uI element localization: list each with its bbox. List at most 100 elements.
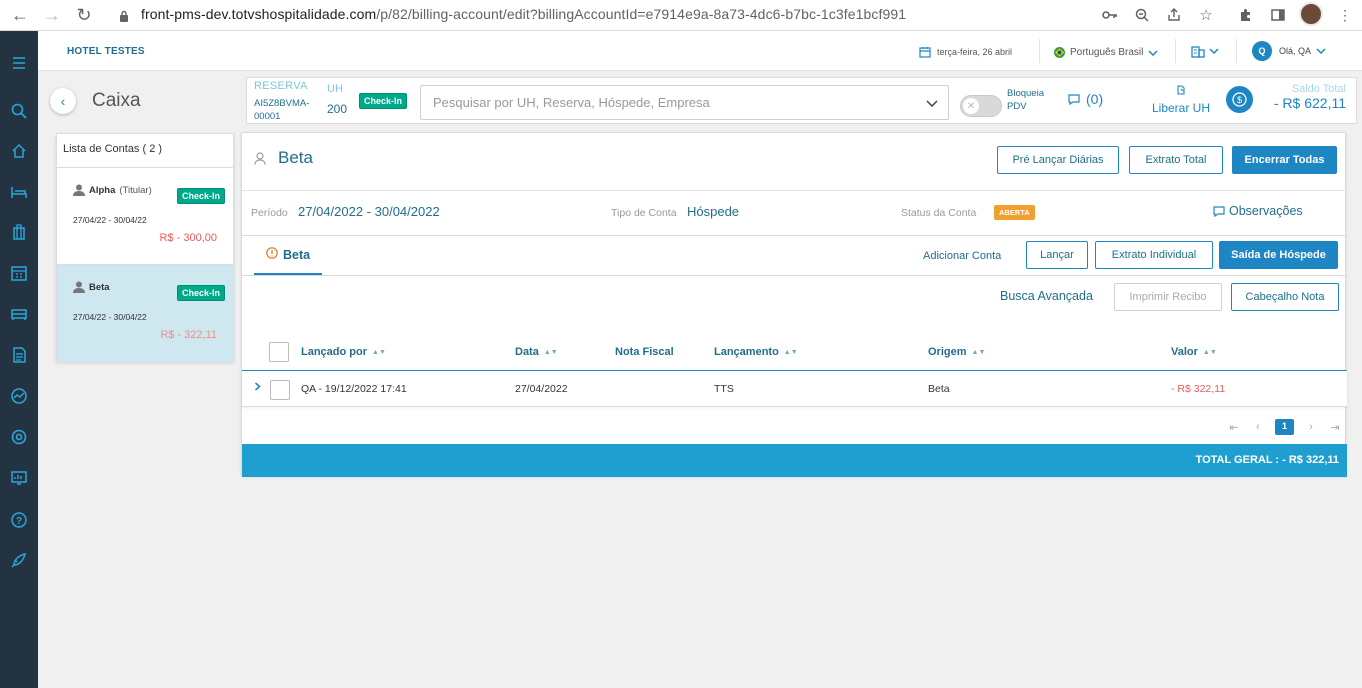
luggage-icon[interactable] <box>9 222 29 242</box>
key-icon[interactable] <box>1101 6 1119 24</box>
note-header-button[interactable]: Cabeçalho Nota <box>1231 283 1339 311</box>
address-bar[interactable]: front-pms-dev.totvshospitalidade.com/p/8… <box>141 6 906 22</box>
calendar-small-icon <box>919 47 931 58</box>
search-input[interactable] <box>433 95 903 110</box>
back-button[interactable]: ‹ <box>50 88 76 114</box>
account-name: Beta <box>73 281 110 293</box>
account-type-value: Hóspede <box>687 204 740 219</box>
pre-launch-daily-button[interactable]: Pré Lançar Diárias <box>997 146 1119 174</box>
settings-icon[interactable] <box>9 427 29 447</box>
next-page-icon[interactable]: › <box>1299 421 1323 433</box>
home-icon[interactable] <box>9 141 29 161</box>
extract-individual-button[interactable]: Extrato Individual <box>1095 241 1213 269</box>
language-selector[interactable]: Português Brasil <box>1054 47 1158 58</box>
close-all-button[interactable]: Encerrar Todas <box>1232 146 1337 174</box>
chart-icon[interactable] <box>9 386 29 406</box>
report-icon[interactable] <box>9 468 29 488</box>
column-header[interactable]: Data ▲▼ <box>515 346 558 358</box>
extract-total-button[interactable]: Extrato Total <box>1129 146 1223 174</box>
column-label: Origem <box>928 346 967 358</box>
accounts-list-header: Lista de Contas ( 2 ) <box>57 134 233 168</box>
hotel-name[interactable]: HOTEL TESTES <box>67 46 145 57</box>
account-title: Beta <box>254 148 313 168</box>
profile-avatar[interactable] <box>1299 2 1323 26</box>
document-icon[interactable] <box>9 345 29 365</box>
account-detail-card: Beta Pré Lançar Diárias Extrato Total En… <box>241 132 1347 477</box>
current-date: terça-feira, 26 abril <box>919 46 1012 58</box>
bed-icon[interactable] <box>9 182 29 202</box>
side-panel-icon[interactable] <box>1269 6 1287 24</box>
pagination: ⇤ ‹ 1 › ⇥ <box>1222 419 1347 435</box>
language-label: Português Brasil <box>1070 47 1144 58</box>
share-icon[interactable] <box>1165 6 1183 24</box>
search-field[interactable] <box>420 85 949 120</box>
prev-page-icon[interactable]: ‹ <box>1246 421 1270 433</box>
lock-icon[interactable] <box>114 6 134 26</box>
column-label: Valor <box>1171 346 1198 358</box>
property-selector[interactable] <box>1191 44 1219 58</box>
bookmark-star-icon[interactable]: ☆ <box>1197 6 1215 24</box>
entries-table-header: Lançado por ▲▼ Data ▲▼ Nota Fiscal Lançame… <box>242 334 1347 371</box>
forward-arrow-icon[interactable]: → <box>42 5 62 25</box>
messages-count: (0) <box>1086 91 1104 107</box>
guest-checkout-button[interactable]: Saída de Hóspede <box>1219 241 1338 269</box>
account-period: 27/04/22 - 30/04/22 <box>73 312 147 322</box>
account-name-text: Beta <box>89 281 110 293</box>
balance-button[interactable]: $ <box>1226 86 1253 113</box>
tab-beta[interactable]: Beta <box>254 236 323 275</box>
svg-text:?: ? <box>16 516 22 527</box>
menu-kebab-icon[interactable]: ⋮ <box>1336 6 1354 24</box>
reservation-code[interactable]: AI5Z8BVMA-00001 <box>254 97 320 123</box>
zoom-icon[interactable] <box>1133 6 1151 24</box>
account-item-beta[interactable]: Beta Check-In 27/04/22 - 30/04/22 R$ - 3… <box>57 265 233 362</box>
column-header[interactable]: Lançado por ▲▼ <box>301 346 386 358</box>
user-avatar[interactable]: Q <box>1252 41 1272 61</box>
print-receipt-button[interactable]: Imprimir Recibo <box>1114 283 1222 311</box>
first-page-icon[interactable]: ⇤ <box>1222 421 1246 434</box>
add-account-button[interactable]: Adicionar Conta <box>923 250 1001 262</box>
block-pdv-toggle[interactable]: ✕ <box>960 95 1002 117</box>
reload-icon[interactable]: ↻ <box>74 5 94 25</box>
reservation-label: RESERVA <box>254 80 308 92</box>
column-header[interactable]: Origem ▲▼ <box>928 346 985 358</box>
back-arrow-icon[interactable]: ← <box>10 5 30 25</box>
search-icon[interactable] <box>9 101 29 121</box>
advanced-search-link[interactable]: Busca Avançada <box>1000 289 1093 303</box>
select-all-checkbox[interactable] <box>269 342 289 362</box>
menu-icon[interactable] <box>9 53 29 73</box>
account-title-text: Beta <box>278 148 313 167</box>
url-host: front-pms-dev.totvshospitalidade.com <box>141 6 377 22</box>
extensions-icon[interactable] <box>1237 6 1255 24</box>
person-icon <box>73 184 85 196</box>
chat-icon <box>1068 93 1080 105</box>
column-header[interactable]: Valor ▲▼ <box>1171 346 1217 358</box>
calendar-icon[interactable] <box>9 263 29 283</box>
rocket-icon[interactable] <box>9 550 29 570</box>
help-icon[interactable]: ? <box>9 510 29 530</box>
user-menu[interactable]: Olá, QA <box>1279 46 1326 56</box>
row-checkbox[interactable] <box>270 380 290 400</box>
account-name: Alpha (Titular) <box>73 184 152 196</box>
chevron-down-icon <box>1209 48 1219 54</box>
cell-launched-by: QA - 19/12/2022 17:41 <box>301 383 407 395</box>
observations-button[interactable]: Observações <box>1213 204 1303 218</box>
account-info-row: Período 27/04/2022 - 30/04/2022 Tipo de … <box>242 190 1347 236</box>
grand-total: TOTAL GERAL : - R$ 322,11 <box>242 444 1347 477</box>
rooms-icon[interactable] <box>9 304 29 324</box>
svg-text:$: $ <box>1237 95 1242 105</box>
column-header: Nota Fiscal <box>615 346 674 358</box>
chevron-down-icon[interactable] <box>926 95 938 110</box>
expand-chevron-icon[interactable] <box>254 380 261 394</box>
uh-label: UH <box>327 83 343 95</box>
last-page-icon[interactable]: ⇥ <box>1323 421 1347 434</box>
current-page[interactable]: 1 <box>1275 419 1294 435</box>
account-item-alpha[interactable]: Alpha (Titular) Check-In 27/04/22 - 30/0… <box>57 168 233 265</box>
cell-origin: Beta <box>928 383 950 395</box>
column-header[interactable]: Lançamento ▲▼ <box>714 346 798 358</box>
launch-button[interactable]: Lançar <box>1026 241 1088 269</box>
messages-button[interactable]: (0) <box>1068 91 1103 107</box>
release-uh-button[interactable]: Liberar UH <box>1151 85 1211 117</box>
account-status-badge: ABERTA <box>994 205 1035 220</box>
table-row[interactable]: QA - 19/12/2022 17:41 27/04/2022 TTS Bet… <box>242 371 1347 407</box>
page-title: Caixa <box>92 90 141 111</box>
